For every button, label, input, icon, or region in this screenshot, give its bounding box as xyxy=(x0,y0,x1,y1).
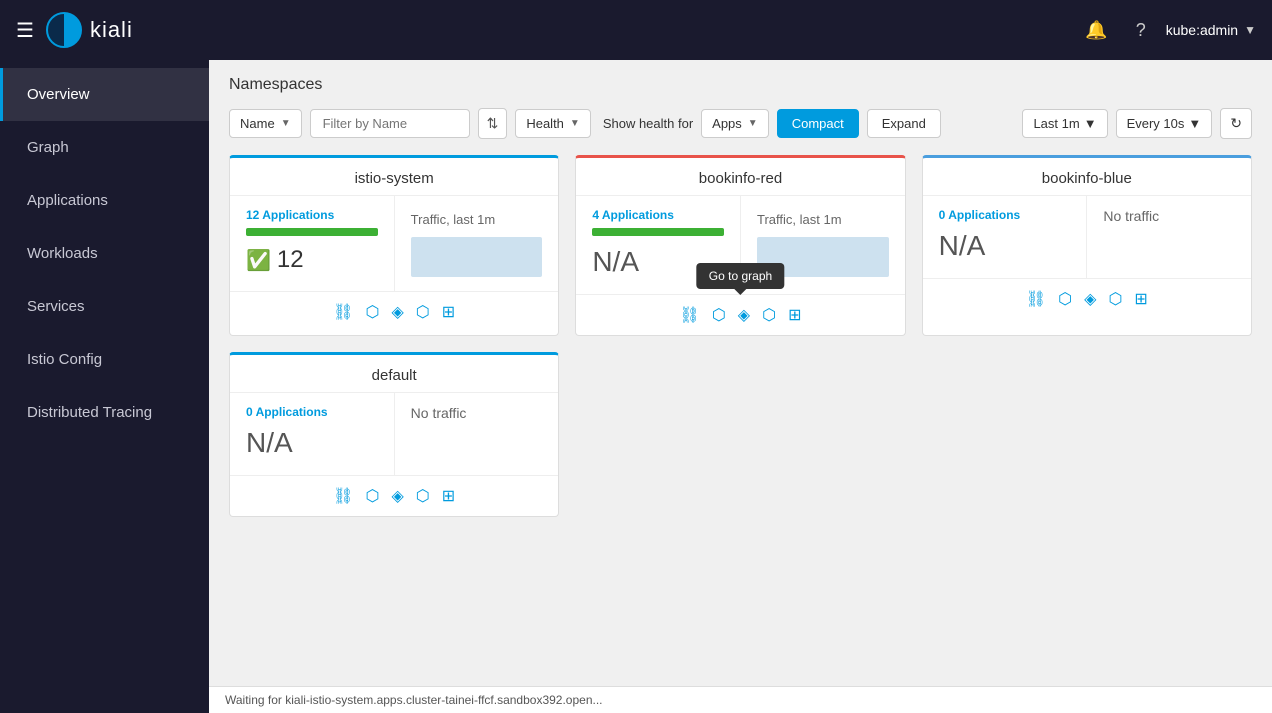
help-icon[interactable]: ? xyxy=(1136,20,1146,41)
sidebar: Overview Graph Applications Workloads Se… xyxy=(0,60,209,713)
main-content: Namespaces Name ▼ ⇅ Health ▼ Show health… xyxy=(209,60,1272,713)
namespace-name-bookinfo-blue: bookinfo-blue xyxy=(923,158,1251,196)
namespace-card-default: default 0 Applications N/A No traffic xyxy=(229,352,559,517)
stat-istio-system: ✅ 12 xyxy=(246,246,304,274)
status-text: Waiting for kiali-istio-system.apps.clus… xyxy=(225,693,603,707)
app-count-label-bookinfo-blue[interactable]: 0 Applications xyxy=(939,208,1021,222)
app-count-label-default[interactable]: 0 Applications xyxy=(246,405,328,419)
stat-na-default: N/A xyxy=(246,427,293,459)
card-footer-istio-system: ⛓ ⬡ ◈ ⬡ ⊞ xyxy=(230,291,558,332)
sidebar-item-istio-config[interactable]: Istio Config xyxy=(0,333,209,386)
namespace-card-bookinfo-red: bookinfo-red 4 Applications N/A Go to gr xyxy=(575,155,905,336)
user-label: kube:admin xyxy=(1166,22,1238,38)
workloads-icon-istio-system[interactable]: ◈ xyxy=(391,302,403,322)
app-count-label-istio-system[interactable]: 12 Applications xyxy=(246,208,334,222)
filter-input[interactable] xyxy=(310,109,470,138)
workloads-icon-bookinfo-blue[interactable]: ◈ xyxy=(1084,289,1096,309)
kiali-logo-text: kiali xyxy=(90,17,133,43)
graph-icon-default[interactable]: ⛓ xyxy=(333,486,353,506)
apps-icon-bookinfo-blue[interactable]: ⬡ xyxy=(1058,289,1072,309)
compact-button[interactable]: Compact xyxy=(777,109,859,138)
apps-chevron-icon: ▼ xyxy=(748,118,758,129)
user-chevron-icon: ▼ xyxy=(1244,23,1256,37)
progress-bar-istio-system xyxy=(246,228,378,236)
refresh-button[interactable]: ↻ xyxy=(1220,108,1252,139)
name-dropdown[interactable]: Name ▼ xyxy=(229,109,302,138)
traffic-label-istio-system: Traffic, last 1m xyxy=(411,212,496,227)
kiali-logo-icon xyxy=(46,12,82,48)
sidebar-item-graph[interactable]: Graph xyxy=(0,121,209,174)
graph-icon-istio-system[interactable]: ⛓ xyxy=(333,302,353,322)
every-10s-label: Every 10s xyxy=(1127,116,1185,131)
card-footer-default: ⛓ ⬡ ◈ ⬡ ⊞ xyxy=(230,475,558,516)
namespace-name-bookinfo-red: bookinfo-red xyxy=(576,158,904,196)
sidebar-item-workloads[interactable]: Workloads xyxy=(0,227,209,280)
namespace-grid: istio-system 12 Applications ✅ 12 xyxy=(229,155,1252,517)
name-dropdown-label: Name xyxy=(240,116,275,131)
workloads-icon-bookinfo-red[interactable]: ◈ xyxy=(738,305,750,325)
graph-icon-bookinfo-red[interactable]: ⛓ xyxy=(680,305,700,325)
no-traffic-label-bookinfo-blue: No traffic xyxy=(1103,208,1159,224)
every-10s-chevron-icon: ▼ xyxy=(1188,116,1201,131)
toolbar: Name ▼ ⇅ Health ▼ Show health for Apps ▼… xyxy=(229,108,1252,139)
sidebar-item-overview[interactable]: Overview xyxy=(0,68,209,121)
health-dropdown-label: Health xyxy=(526,116,564,131)
sidebar-item-applications[interactable]: Applications xyxy=(0,174,209,227)
istio-icon-istio-system[interactable]: ⊞ xyxy=(442,302,455,322)
status-bar: Waiting for kiali-istio-system.apps.clus… xyxy=(209,686,1272,713)
services-icon-istio-system[interactable]: ⬡ xyxy=(416,302,430,322)
namespace-card-istio-system: istio-system 12 Applications ✅ 12 xyxy=(229,155,559,336)
page-title: Namespaces xyxy=(229,76,1252,94)
user-menu[interactable]: kube:admin ▼ xyxy=(1166,22,1256,38)
apps-icon-istio-system[interactable]: ⬡ xyxy=(365,302,379,322)
stat-bookinfo-red: N/A xyxy=(592,246,639,278)
stat-bookinfo-blue: N/A xyxy=(939,230,986,262)
traffic-label-bookinfo-red: Traffic, last 1m xyxy=(757,212,842,227)
workloads-icon-default[interactable]: ◈ xyxy=(391,486,403,506)
services-icon-default[interactable]: ⬡ xyxy=(416,486,430,506)
namespace-name-default: default xyxy=(230,355,558,393)
traffic-chart-istio-system xyxy=(411,237,543,277)
health-chevron-icon: ▼ xyxy=(570,118,580,129)
last-1m-dropdown[interactable]: Last 1m ▼ xyxy=(1022,109,1107,138)
health-dropdown[interactable]: Health ▼ xyxy=(515,109,590,138)
graph-icon-bookinfo-blue[interactable]: ⛓ xyxy=(1026,289,1046,309)
card-footer-bookinfo-red: ⛓ ⬡ ◈ ⬡ ⊞ xyxy=(576,294,904,335)
stat-default: N/A xyxy=(246,427,293,459)
namespace-card-bookinfo-blue: bookinfo-blue 0 Applications N/A No traf… xyxy=(922,155,1252,336)
last-1m-label: Last 1m xyxy=(1033,116,1079,131)
services-icon-bookinfo-red[interactable]: ⬡ xyxy=(762,305,776,325)
namespace-name-istio-system: istio-system xyxy=(230,158,558,196)
istio-icon-bookinfo-red[interactable]: ⊞ xyxy=(788,305,801,325)
apps-dropdown[interactable]: Apps ▼ xyxy=(701,109,769,138)
app-count-label-bookinfo-red[interactable]: 4 Applications xyxy=(592,208,674,222)
sort-button[interactable]: ⇅ xyxy=(478,108,508,139)
apps-icon-default[interactable]: ⬡ xyxy=(365,486,379,506)
no-traffic-label-default: No traffic xyxy=(411,405,467,421)
stat-na-bookinfo-red: N/A xyxy=(592,246,639,278)
traffic-chart-bookinfo-red xyxy=(757,237,889,277)
istio-icon-bookinfo-blue[interactable]: ⊞ xyxy=(1134,289,1147,309)
health-icon-istio-system: ✅ xyxy=(246,248,271,273)
every-10s-dropdown[interactable]: Every 10s ▼ xyxy=(1116,109,1213,138)
stat-na-bookinfo-blue: N/A xyxy=(939,230,986,262)
istio-icon-default[interactable]: ⊞ xyxy=(442,486,455,506)
name-chevron-icon: ▼ xyxy=(281,118,291,129)
last-1m-chevron-icon: ▼ xyxy=(1084,116,1097,131)
progress-bar-bookinfo-red xyxy=(592,228,724,236)
logo: kiali xyxy=(46,12,133,48)
services-icon-bookinfo-blue[interactable]: ⬡ xyxy=(1108,289,1122,309)
stat-value-istio-system: 12 xyxy=(277,246,304,274)
sidebar-item-distributed-tracing[interactable]: Distributed Tracing xyxy=(0,386,209,439)
apps-dropdown-label: Apps xyxy=(712,116,742,131)
show-health-label: Show health for xyxy=(603,116,693,131)
topnav: ☰ kiali 🔔 ? kube:admin ▼ xyxy=(0,0,1272,60)
sidebar-item-services[interactable]: Services xyxy=(0,280,209,333)
apps-icon-bookinfo-red[interactable]: ⬡ xyxy=(712,305,726,325)
notification-icon[interactable]: 🔔 xyxy=(1085,20,1107,41)
expand-button[interactable]: Expand xyxy=(867,109,941,138)
card-footer-bookinfo-blue: ⛓ ⬡ ◈ ⬡ ⊞ xyxy=(923,278,1251,319)
hamburger-menu[interactable]: ☰ xyxy=(16,18,34,43)
